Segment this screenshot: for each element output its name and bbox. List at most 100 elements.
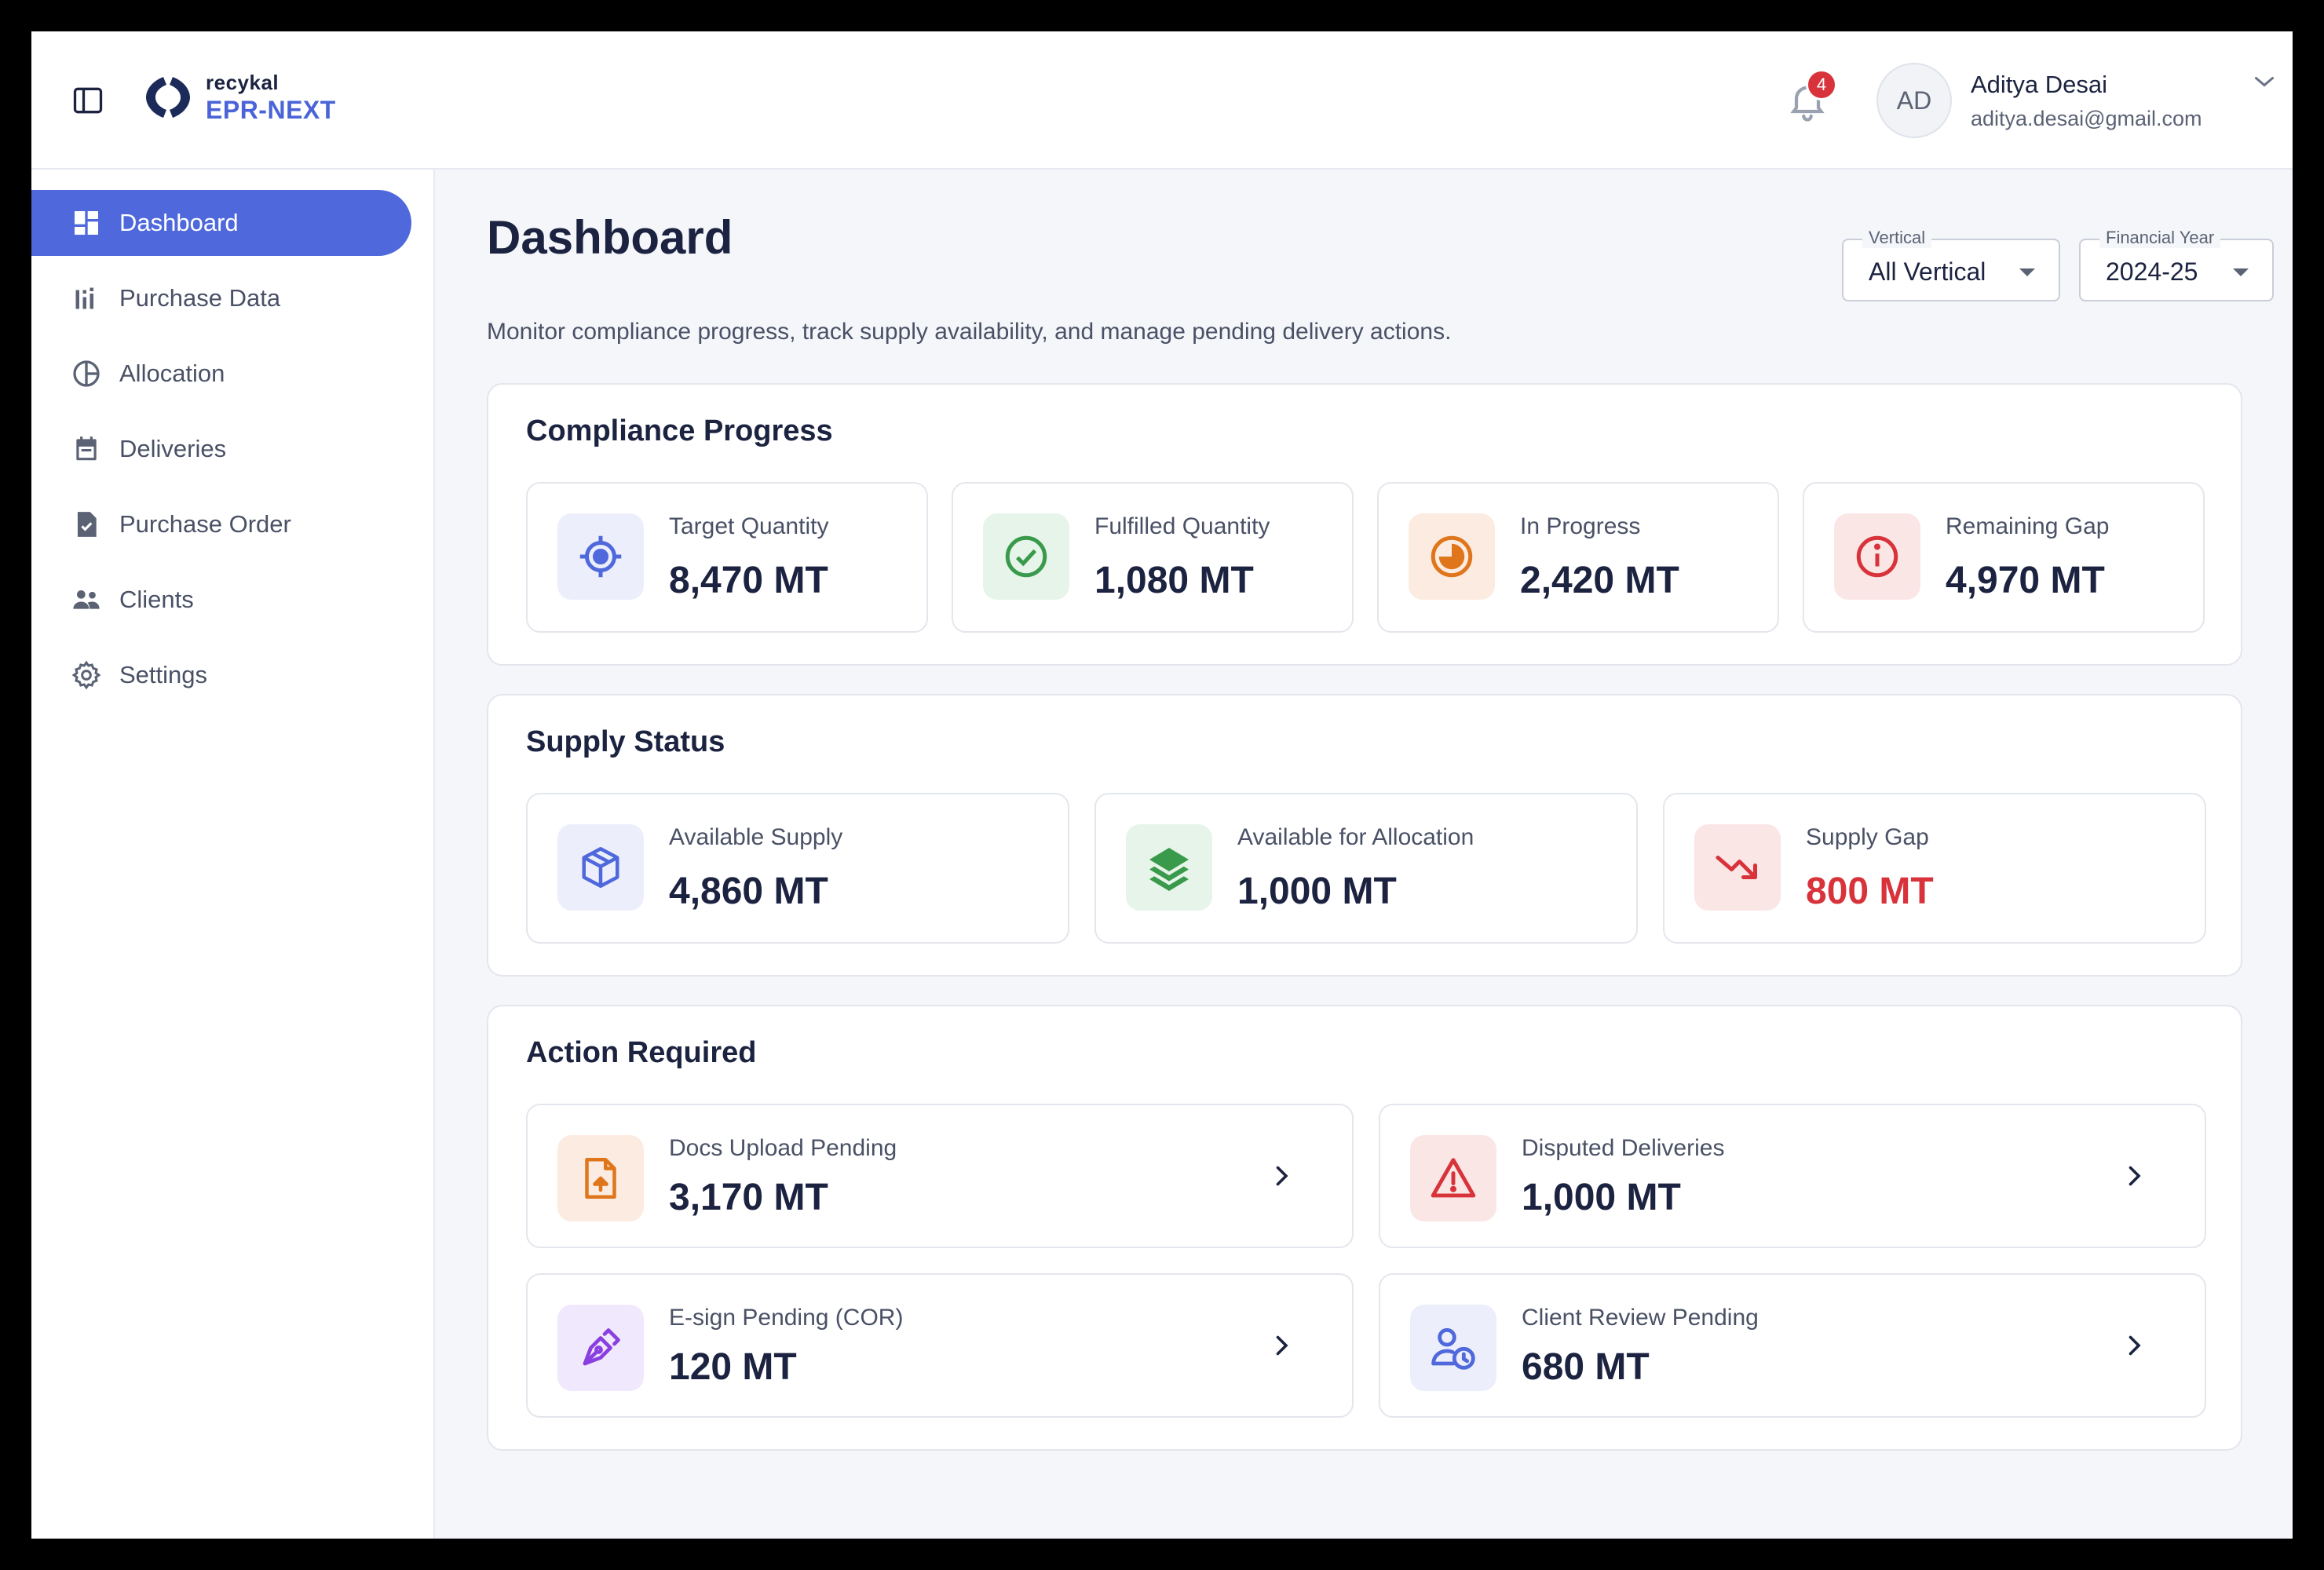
sidebar-item-allocation[interactable]: Allocation [31,341,411,407]
financial-year-select-value: 2024-25 [2106,257,2198,286]
card-label: E-sign Pending (COR) [669,1305,904,1331]
card-value: 8,470 MT [669,560,828,601]
notification-badge: 4 [1806,69,1837,100]
sidebar-item-label: Settings [119,661,208,688]
user-clock-icon [1410,1305,1496,1391]
card-label: Available for Allocation [1237,824,1474,850]
stat-card-available-supply: Available Supply 4,860 MT [526,793,1069,944]
action-card-esign-pending[interactable]: E-sign Pending (COR) 120 MT [526,1273,1354,1418]
user-name: Aditya Desai [1971,71,2108,98]
panel-title: Supply Status [526,725,725,758]
vertical-select[interactable]: Vertical All Vertical [1842,228,2060,301]
app-window: recykal EPR-NEXT 4 AD Aditya Desai adity… [31,31,2293,1539]
box-icon [557,824,644,911]
panel-title: Compliance Progress [526,414,833,447]
brand-logo[interactable]: recykal EPR-NEXT [143,72,336,122]
action-card-docs-upload[interactable]: Docs Upload Pending 3,170 MT [526,1104,1354,1248]
warning-icon [1410,1135,1496,1221]
caret-down-icon [2233,268,2249,276]
sidebar-item-label: Deliveries [119,435,227,462]
gear-icon [69,658,104,692]
avatar[interactable]: AD [1876,63,1952,138]
sidebar-item-label: Purchase Data [119,284,281,312]
sidebar-toggle-button[interactable] [66,78,110,122]
progress-icon [1409,513,1495,600]
panel-title: Action Required [526,1036,757,1069]
brand-product: EPR-NEXT [206,96,336,124]
card-value: 120 MT [669,1346,797,1388]
sidebar-item-settings[interactable]: Settings [31,642,411,708]
card-value: 4,970 MT [1946,560,2105,601]
target-icon [557,513,644,600]
sidebar-item-purchase-order[interactable]: Purchase Order [31,491,411,557]
document-check-icon [69,507,104,542]
layers-icon [1126,824,1212,911]
check-circle-icon [983,513,1069,600]
action-card-client-review[interactable]: Client Review Pending 680 MT [1379,1273,2206,1418]
vertical-select-value: All Vertical [1869,257,1986,286]
card-value: 2,420 MT [1520,560,1679,601]
page-subtitle: Monitor compliance progress, track suppl… [487,319,1452,345]
sidebar-toggle-icon [73,87,103,114]
compliance-progress-panel: Compliance Progress Target Quantity 8,47… [487,383,2242,666]
card-value: 680 MT [1522,1346,1650,1388]
card-label: Disputed Deliveries [1522,1135,1725,1161]
chevron-right-icon[interactable] [1262,1327,1300,1364]
recykal-logo-icon [146,77,190,118]
sidebar-item-clients[interactable]: Clients [31,567,411,633]
pie-chart-icon [69,356,104,391]
financial-year-select[interactable]: Financial Year 2024-25 [2079,228,2274,301]
sidebar-item-label: Purchase Order [119,510,291,538]
card-label: Client Review Pending [1522,1305,1759,1331]
caret-down-icon [2019,268,2035,276]
supply-status-panel: Supply Status Available Supply 4,860 MT … [487,694,2242,977]
card-value: 1,000 MT [1522,1177,1681,1218]
action-card-disputed-deliveries[interactable]: Disputed Deliveries 1,000 MT [1379,1104,2206,1248]
card-label: Supply Gap [1806,824,1929,850]
card-value: 800 MT [1806,871,1934,912]
chevron-down-icon [2255,77,2274,87]
sidebar-item-deliveries[interactable]: Deliveries [31,416,411,482]
card-label: Target Quantity [669,513,829,539]
stat-card-remaining-gap: Remaining Gap 4,970 MT [1803,482,2205,633]
pen-icon [557,1305,644,1391]
stat-card-in-progress: In Progress 2,420 MT [1377,482,1779,633]
sidebar-item-dashboard[interactable]: Dashboard [31,190,411,256]
trending-down-icon [1694,824,1781,911]
chevron-right-icon[interactable] [2115,1157,2153,1195]
card-label: In Progress [1520,513,1641,539]
sidebar-item-label: Clients [119,586,194,613]
vertical-select-label: Vertical [1862,228,1932,248]
stat-card-fulfilled: Fulfilled Quantity 1,080 MT [952,482,1354,633]
sidebar-item-label: Allocation [119,360,225,387]
chevron-right-icon[interactable] [2115,1327,2153,1364]
card-value: 3,170 MT [669,1177,828,1218]
sidebar: Dashboard Purchase Data Allocation Deliv… [31,170,435,1539]
card-value: 1,000 MT [1237,871,1397,912]
stat-card-supply-gap: Supply Gap 800 MT [1663,793,2206,944]
calendar-icon [69,432,104,466]
card-label: Remaining Gap [1946,513,2110,539]
stat-card-available-allocation: Available for Allocation 1,000 MT [1094,793,1638,944]
card-value: 4,860 MT [669,871,828,912]
main-content: Dashboard Monitor compliance progress, t… [435,170,2293,1539]
brand-company: recykal [206,71,280,94]
user-menu-button[interactable] [2245,63,2283,100]
top-bar: recykal EPR-NEXT 4 AD Aditya Desai adity… [31,31,2293,170]
card-label: Fulfilled Quantity [1094,513,1270,539]
people-icon [69,582,104,617]
card-label: Docs Upload Pending [669,1135,897,1161]
sidebar-item-purchase-data[interactable]: Purchase Data [31,265,411,331]
stat-card-target: Target Quantity 8,470 MT [526,482,928,633]
action-required-panel: Action Required Docs Upload Pending 3,17… [487,1005,2242,1451]
dashboard-icon [69,206,104,240]
page-title: Dashboard [487,211,733,264]
card-value: 1,080 MT [1094,560,1254,601]
info-icon [1834,513,1920,600]
bar-chart-icon [69,281,104,316]
file-upload-icon [557,1135,644,1221]
user-email: aditya.desai@gmail.com [1971,107,2202,130]
card-label: Available Supply [669,824,843,850]
chevron-right-icon[interactable] [1262,1157,1300,1195]
financial-year-select-label: Financial Year [2099,228,2221,248]
